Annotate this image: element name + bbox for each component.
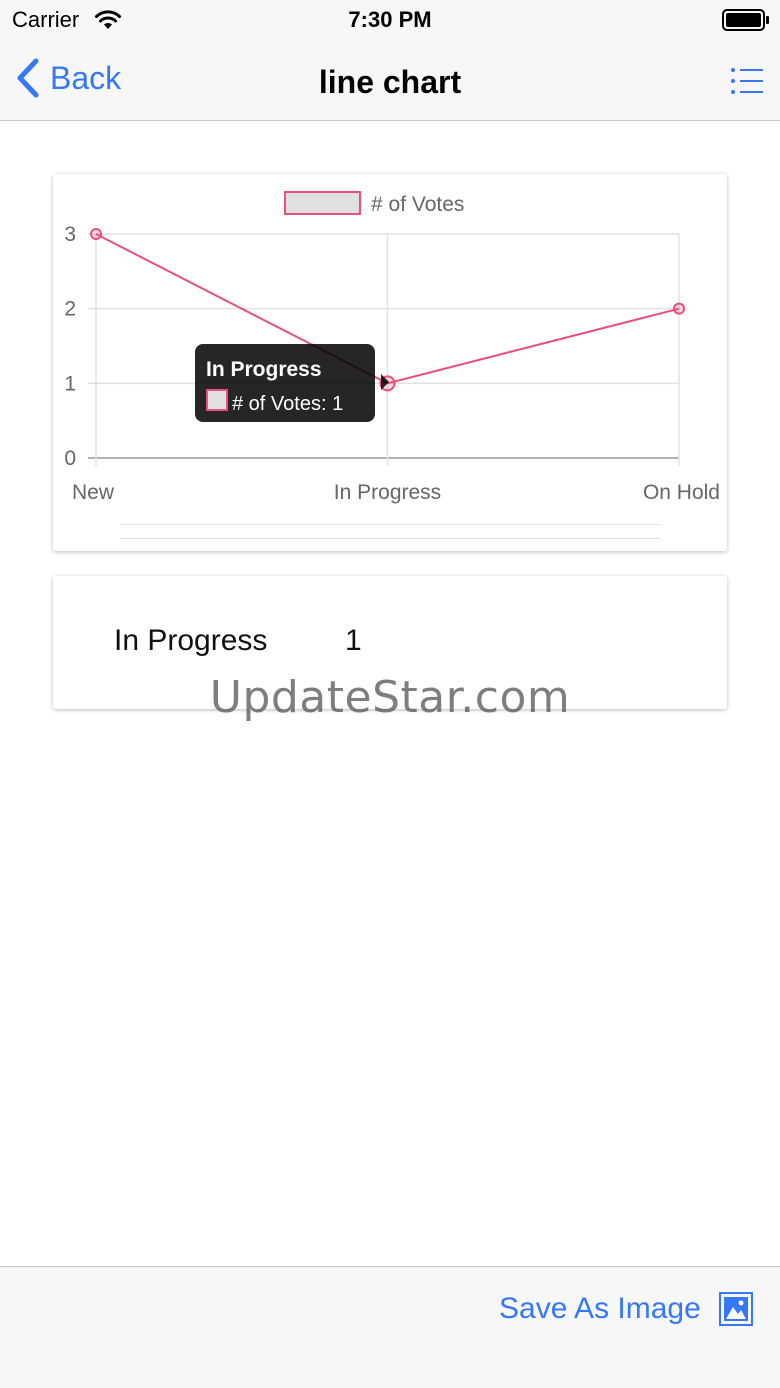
image-icon: [718, 1292, 753, 1326]
line-chart: # of Votes 0 1 2 3 New In Progress On Hold In…: [64, 191, 720, 504]
chart-card: # of Votes 0 1 2 3 New In Progress On Hold In…: [53, 174, 727, 551]
save-as-image-button[interactable]: Save As Image: [499, 1289, 753, 1329]
chart-tooltip: In Progress # of Votes: 1: [195, 344, 389, 422]
status-time: 7:30 PM: [348, 7, 432, 32]
y-tick-label: 0: [64, 447, 76, 470]
chart-legend[interactable]: # of Votes: [284, 191, 464, 216]
data-point[interactable]: [90, 228, 102, 240]
page-title: line chart: [318, 64, 462, 100]
detail-label: In Progress: [114, 624, 268, 657]
save-label: Save As Image: [499, 1292, 701, 1325]
list-icon[interactable]: [730, 66, 764, 96]
watermark: UpdateStar.com: [209, 672, 571, 723]
status-bar: Carrier 7:30 PM: [0, 0, 780, 40]
divider: [120, 538, 660, 539]
x-tick-label: In Progress: [334, 481, 441, 504]
tooltip-title: In Progress: [206, 358, 322, 381]
divider: [120, 524, 660, 525]
data-point[interactable]: [673, 302, 685, 315]
bottom-toolbar: Save As Image: [0, 1266, 780, 1388]
x-tick-label: New: [72, 481, 115, 504]
y-tick-label: 2: [64, 298, 76, 321]
tooltip-body: # of Votes: 1: [232, 393, 343, 415]
y-tick-label: 1: [64, 372, 76, 395]
detail-value: 1: [345, 624, 362, 657]
battery-icon: [722, 9, 769, 31]
y-tick-label: 3: [64, 223, 76, 246]
x-tick-label: On Hold: [643, 481, 720, 504]
navigation-bar: Back line chart: [0, 40, 780, 121]
tooltip-swatch: [206, 389, 228, 411]
legend-swatch: [284, 191, 361, 215]
legend-label: # of Votes: [371, 193, 464, 216]
